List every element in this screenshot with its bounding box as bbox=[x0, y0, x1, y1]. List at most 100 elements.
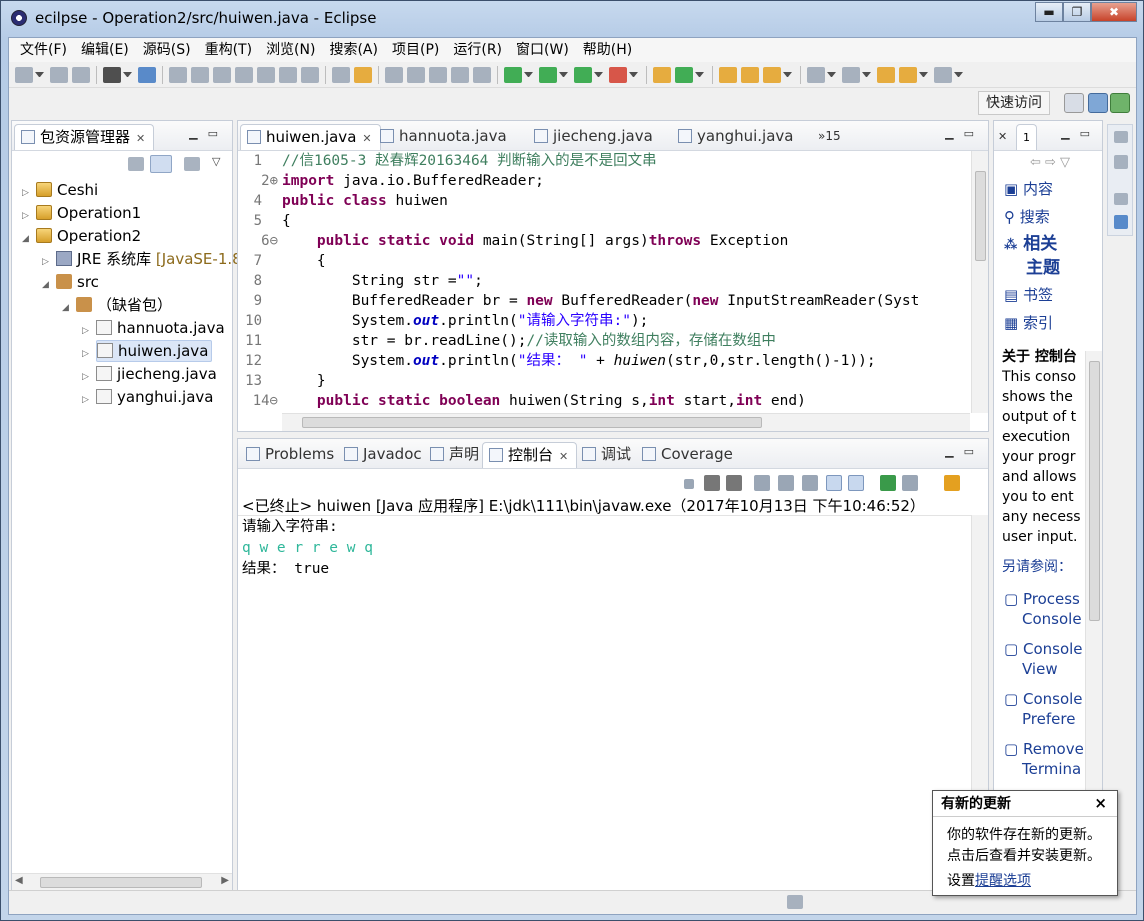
scroll-thumb[interactable] bbox=[975, 171, 986, 261]
menu-source[interactable]: 源码(S) bbox=[136, 39, 198, 61]
pin-console-icon[interactable] bbox=[880, 475, 896, 491]
explorer-hscrollbar[interactable]: ◀ ▶ bbox=[12, 873, 232, 891]
tree-item-yanghui[interactable]: ▷ yanghui.java bbox=[82, 386, 213, 408]
help-link-related[interactable]: ⁂ 相关 主题 bbox=[1004, 233, 1060, 280]
terminate-icon[interactable] bbox=[684, 479, 694, 489]
mark-occurrences-icon[interactable] bbox=[385, 66, 403, 83]
tab-javadoc[interactable]: Javadoc bbox=[338, 442, 430, 468]
open-folder-icon[interactable] bbox=[719, 66, 737, 83]
skip-breakpoints-icon[interactable] bbox=[138, 66, 156, 83]
tab-problems[interactable]: Problems bbox=[240, 442, 342, 468]
focus-icon[interactable] bbox=[184, 157, 200, 171]
status-icon[interactable] bbox=[787, 895, 803, 909]
forward-icon[interactable] bbox=[934, 66, 952, 83]
tab-debug[interactable]: 调试 bbox=[576, 442, 639, 468]
debug-perspective-icon[interactable] bbox=[1110, 93, 1130, 113]
show-on-stderr-icon[interactable] bbox=[848, 475, 864, 491]
remove-launch-icon[interactable] bbox=[704, 475, 720, 491]
clear-console-icon[interactable] bbox=[754, 475, 770, 491]
external-tools-icon[interactable] bbox=[609, 66, 627, 83]
minimize-maximize-icons[interactable]: ▁▭ bbox=[945, 127, 984, 140]
show-on-stdout-icon[interactable] bbox=[826, 475, 842, 491]
annotation-icon[interactable] bbox=[407, 66, 425, 83]
word-wrap-icon[interactable] bbox=[451, 66, 469, 83]
open-project-icon[interactable] bbox=[741, 66, 759, 83]
help-ref-console-preferences[interactable]: ▢ Console Prefere bbox=[1004, 689, 1083, 729]
title-bar[interactable]: ecilpse - Operation2/src/huiwen.java - E… bbox=[1, 1, 1143, 35]
tree-item-hannuota[interactable]: ▷ hannuota.java bbox=[82, 317, 225, 339]
tree-item-jre[interactable]: ▷ JRE 系统库 [JavaSE-1.8] bbox=[42, 248, 248, 270]
tree-item-default-package[interactable]: ◢ （缺省包） bbox=[62, 294, 172, 316]
quick-access-input[interactable]: 快速访问 bbox=[978, 91, 1050, 115]
tabs-overflow-button[interactable]: »15 bbox=[812, 124, 849, 150]
close-icon[interactable]: ✕ bbox=[136, 132, 145, 145]
tab-hannuota[interactable]: hannuota.java bbox=[374, 124, 515, 150]
expand-icon[interactable]: ▷ bbox=[82, 389, 92, 411]
editor-vscrollbar[interactable] bbox=[971, 151, 988, 413]
run-icon[interactable] bbox=[539, 66, 557, 83]
minimize-button[interactable]: ▬ bbox=[1035, 2, 1063, 22]
console-output[interactable]: 请输入字符串: q w e r r e w q 结果： true bbox=[242, 517, 373, 580]
help-ref-remove-terminated[interactable]: ▢ Remove Termina bbox=[1004, 739, 1084, 779]
close-icon[interactable]: ✕ bbox=[362, 132, 371, 145]
chevron-down-icon[interactable] bbox=[123, 72, 132, 77]
last-edit-icon[interactable] bbox=[877, 66, 895, 83]
chevron-down-icon[interactable] bbox=[524, 72, 533, 77]
tree-item-operation2[interactable]: ◢ Operation2 bbox=[22, 225, 141, 247]
chevron-down-icon[interactable] bbox=[862, 72, 871, 77]
chevron-down-icon[interactable] bbox=[919, 72, 928, 77]
help-link-bookmarks[interactable]: ▤ 书签 bbox=[1004, 285, 1053, 305]
help-link-search[interactable]: ⚲ 搜索 bbox=[1004, 207, 1050, 227]
help-nav-icons[interactable]: ⇦ ⇨ ▽ bbox=[1030, 155, 1070, 170]
menu-file[interactable]: 文件(F) bbox=[13, 39, 74, 61]
tree-item-src[interactable]: ◢ src bbox=[42, 271, 99, 293]
remove-all-icon[interactable] bbox=[726, 475, 742, 491]
scroll-thumb[interactable] bbox=[40, 877, 202, 888]
menu-refactor[interactable]: 重构(T) bbox=[198, 39, 259, 61]
expand-icon[interactable]: ▷ bbox=[82, 366, 92, 388]
link-with-editor-icon[interactable] bbox=[150, 155, 172, 173]
tab-declaration[interactable]: 声明 bbox=[424, 442, 487, 468]
word-wrap-icon[interactable] bbox=[802, 475, 818, 491]
chevron-down-icon[interactable] bbox=[695, 72, 704, 77]
close-icon[interactable]: ✕ bbox=[559, 450, 568, 463]
close-icon[interactable]: × bbox=[1094, 794, 1107, 812]
code-text-area[interactable]: //信1605-3 赵春辉20163464 判断输入的是不是回文串 import… bbox=[282, 151, 970, 413]
debug-icon[interactable] bbox=[504, 66, 522, 83]
open-perspective-icon[interactable] bbox=[1064, 93, 1084, 113]
step-into-icon[interactable] bbox=[257, 66, 275, 83]
disconnect-icon[interactable] bbox=[235, 66, 253, 83]
show-whitespace-icon[interactable] bbox=[473, 66, 491, 83]
reminder-options-link[interactable]: 提醒选项 bbox=[975, 873, 1031, 889]
chevron-down-icon[interactable] bbox=[629, 72, 638, 77]
tree-item-huiwen[interactable]: ▷ huiwen.java bbox=[82, 340, 213, 362]
previous-annotation-icon[interactable] bbox=[842, 66, 860, 83]
tab-help[interactable]: 1 bbox=[1016, 124, 1037, 150]
collapse-icon[interactable]: ◢ bbox=[22, 228, 32, 250]
expand-icon[interactable]: ▷ bbox=[42, 251, 52, 273]
step-over-icon[interactable] bbox=[279, 66, 297, 83]
menu-navigate[interactable]: 浏览(N) bbox=[259, 39, 322, 61]
menu-run[interactable]: 运行(R) bbox=[446, 39, 509, 61]
next-annotation-icon[interactable] bbox=[807, 66, 825, 83]
help-ref-console-view[interactable]: ▢ Console View bbox=[1004, 639, 1083, 679]
open-console-icon[interactable] bbox=[944, 475, 960, 491]
chevron-down-icon[interactable] bbox=[559, 72, 568, 77]
help-link-contents[interactable]: ▣ 内容 bbox=[1004, 179, 1053, 199]
menu-help[interactable]: 帮助(H) bbox=[576, 39, 639, 61]
block-selection-icon[interactable] bbox=[429, 66, 447, 83]
tree-item-jiecheng[interactable]: ▷ jiecheng.java bbox=[82, 363, 217, 385]
display-console-icon[interactable] bbox=[902, 475, 918, 491]
chevron-down-icon[interactable] bbox=[783, 72, 792, 77]
chevron-down-icon[interactable] bbox=[35, 72, 44, 77]
coverage-icon[interactable] bbox=[574, 66, 592, 83]
scroll-thumb[interactable] bbox=[1089, 361, 1100, 621]
scroll-lock-icon[interactable] bbox=[778, 475, 794, 491]
save-icon[interactable] bbox=[50, 66, 68, 83]
chevron-down-icon[interactable] bbox=[827, 72, 836, 77]
new-java-class-icon[interactable] bbox=[675, 66, 693, 83]
outline-icon[interactable] bbox=[1114, 155, 1128, 169]
tree-item-ceshi[interactable]: ▷ Ceshi bbox=[22, 179, 98, 201]
expand-icon[interactable]: ▷ bbox=[82, 320, 92, 342]
minimize-maximize-icons[interactable]: ▁▭ bbox=[1061, 127, 1100, 140]
